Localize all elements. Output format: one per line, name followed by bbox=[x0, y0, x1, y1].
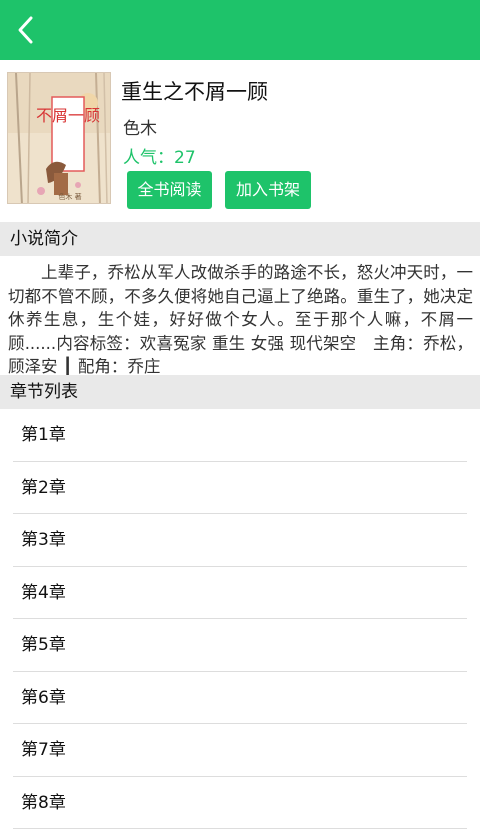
book-title: 重生之不屑一顾 bbox=[121, 76, 268, 106]
read-all-button[interactable]: 全书阅读 bbox=[127, 171, 212, 209]
chapter-section-heading: 章节列表 bbox=[0, 375, 480, 409]
chapter-item[interactable]: 第3章 bbox=[13, 514, 467, 567]
add-to-shelf-button[interactable]: 加入书架 bbox=[225, 171, 311, 209]
chapter-list: 第1章 第2章 第3章 第4章 第5章 第6章 第7章 第8章 bbox=[0, 409, 480, 829]
chapter-item[interactable]: 第2章 bbox=[13, 462, 467, 515]
chapter-item[interactable]: 第1章 bbox=[13, 409, 467, 462]
book-intro-text: 上辈子，乔松从军人改做杀手的路途不长，怒火冲天时，一切都不管不顾，不多久便将她自… bbox=[0, 257, 480, 375]
chapter-item[interactable]: 第4章 bbox=[13, 567, 467, 620]
top-app-bar bbox=[0, 0, 480, 60]
popularity-count: 人气：27 bbox=[123, 143, 196, 168]
chapter-item[interactable]: 第5章 bbox=[13, 619, 467, 672]
chapter-item[interactable]: 第6章 bbox=[13, 672, 467, 725]
book-author[interactable]: 色木 bbox=[123, 114, 157, 139]
book-info-panel: 不屑一顾 色木 著 重生之不屑一顾 色木 人气：27 全书阅读 加入书架 bbox=[0, 60, 480, 222]
chevron-left-icon bbox=[6, 8, 50, 52]
cover-artwork: 不屑一顾 色木 著 bbox=[8, 73, 111, 204]
intro-section-heading: 小说简介 bbox=[0, 222, 480, 256]
chapter-item[interactable]: 第7章 bbox=[13, 724, 467, 777]
cover-author-text: 色木 著 bbox=[58, 192, 81, 201]
book-cover-image[interactable]: 不屑一顾 色木 著 bbox=[7, 72, 111, 204]
back-button[interactable] bbox=[6, 8, 50, 52]
chapter-item[interactable]: 第8章 bbox=[13, 777, 467, 829]
cover-title-char: 不屑一顾 bbox=[36, 106, 100, 125]
